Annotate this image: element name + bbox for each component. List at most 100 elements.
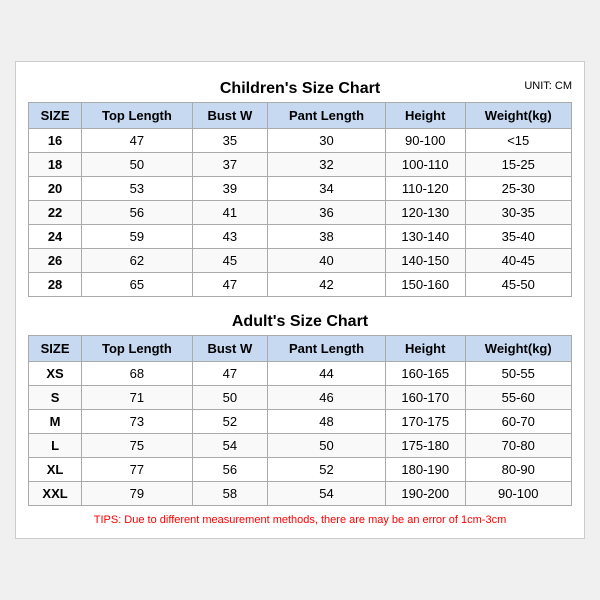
data-cell: 50-55 xyxy=(465,362,572,386)
adults-col-top-length: Top Length xyxy=(82,336,192,362)
size-cell: M xyxy=(29,410,82,434)
children-col-bust-w: Bust W xyxy=(192,103,267,129)
adults-col-bust-w: Bust W xyxy=(192,336,267,362)
adults-title-text: Adult's Size Chart xyxy=(232,313,368,330)
data-cell: 70-80 xyxy=(465,434,572,458)
table-row: 26624540140-15040-45 xyxy=(29,249,572,273)
data-cell: 79 xyxy=(82,482,192,506)
data-cell: 65 xyxy=(82,273,192,297)
data-cell: 75 xyxy=(82,434,192,458)
data-cell: 54 xyxy=(268,482,386,506)
data-cell: 130-140 xyxy=(385,225,465,249)
data-cell: 73 xyxy=(82,410,192,434)
data-cell: 43 xyxy=(192,225,267,249)
size-cell: XS xyxy=(29,362,82,386)
adults-col-height: Height xyxy=(385,336,465,362)
size-cell: 24 xyxy=(29,225,82,249)
data-cell: 71 xyxy=(82,386,192,410)
table-row: XS684744160-16550-55 xyxy=(29,362,572,386)
data-cell: 160-165 xyxy=(385,362,465,386)
data-cell: 15-25 xyxy=(465,153,572,177)
data-cell: 50 xyxy=(268,434,386,458)
table-row: 28654742150-16045-50 xyxy=(29,273,572,297)
data-cell: 38 xyxy=(268,225,386,249)
data-cell: 53 xyxy=(82,177,192,201)
data-cell: 50 xyxy=(82,153,192,177)
size-cell: 22 xyxy=(29,201,82,225)
adults-title: Adult's Size Chart xyxy=(28,307,572,335)
data-cell: 90-100 xyxy=(465,482,572,506)
data-cell: 100-110 xyxy=(385,153,465,177)
data-cell: 34 xyxy=(268,177,386,201)
table-row: XL775652180-19080-90 xyxy=(29,458,572,482)
table-row: 22564136120-13030-35 xyxy=(29,201,572,225)
size-cell: S xyxy=(29,386,82,410)
children-header-row: SIZE Top Length Bust W Pant Length Heigh… xyxy=(29,103,572,129)
table-row: L755450175-18070-80 xyxy=(29,434,572,458)
data-cell: 52 xyxy=(192,410,267,434)
tips-text: TIPS: Due to different measurement metho… xyxy=(28,514,572,526)
data-cell: 48 xyxy=(268,410,386,434)
data-cell: 40 xyxy=(268,249,386,273)
data-cell: 180-190 xyxy=(385,458,465,482)
data-cell: 47 xyxy=(192,273,267,297)
chart-container: Children's Size Chart UNIT: CM SIZE Top … xyxy=(15,61,585,539)
data-cell: 40-45 xyxy=(465,249,572,273)
data-cell: 37 xyxy=(192,153,267,177)
children-col-weight: Weight(kg) xyxy=(465,103,572,129)
size-cell: XXL xyxy=(29,482,82,506)
data-cell: 47 xyxy=(82,129,192,153)
data-cell: 50 xyxy=(192,386,267,410)
table-row: 24594338130-14035-40 xyxy=(29,225,572,249)
unit-label: UNIT: CM xyxy=(524,80,572,92)
data-cell: 120-130 xyxy=(385,201,465,225)
data-cell: 56 xyxy=(82,201,192,225)
adults-table: SIZE Top Length Bust W Pant Length Heigh… xyxy=(28,335,572,506)
adults-header-row: SIZE Top Length Bust W Pant Length Heigh… xyxy=(29,336,572,362)
table-row: S715046160-17055-60 xyxy=(29,386,572,410)
size-cell: XL xyxy=(29,458,82,482)
data-cell: 30 xyxy=(268,129,386,153)
adults-col-pant-length: Pant Length xyxy=(268,336,386,362)
data-cell: 42 xyxy=(268,273,386,297)
table-row: 20533934110-12025-30 xyxy=(29,177,572,201)
data-cell: 25-30 xyxy=(465,177,572,201)
data-cell: 58 xyxy=(192,482,267,506)
data-cell: <15 xyxy=(465,129,572,153)
children-col-height: Height xyxy=(385,103,465,129)
data-cell: 52 xyxy=(268,458,386,482)
data-cell: 39 xyxy=(192,177,267,201)
size-cell: L xyxy=(29,434,82,458)
data-cell: 110-120 xyxy=(385,177,465,201)
data-cell: 59 xyxy=(82,225,192,249)
data-cell: 47 xyxy=(192,362,267,386)
children-col-size: SIZE xyxy=(29,103,82,129)
data-cell: 140-150 xyxy=(385,249,465,273)
data-cell: 77 xyxy=(82,458,192,482)
children-title-text: Children's Size Chart xyxy=(220,80,380,97)
data-cell: 45 xyxy=(192,249,267,273)
data-cell: 55-60 xyxy=(465,386,572,410)
data-cell: 175-180 xyxy=(385,434,465,458)
size-cell: 20 xyxy=(29,177,82,201)
data-cell: 190-200 xyxy=(385,482,465,506)
children-title: Children's Size Chart UNIT: CM xyxy=(28,74,572,102)
data-cell: 160-170 xyxy=(385,386,465,410)
data-cell: 170-175 xyxy=(385,410,465,434)
data-cell: 45-50 xyxy=(465,273,572,297)
size-cell: 28 xyxy=(29,273,82,297)
size-cell: 18 xyxy=(29,153,82,177)
data-cell: 35-40 xyxy=(465,225,572,249)
table-row: 18503732100-11015-25 xyxy=(29,153,572,177)
data-cell: 36 xyxy=(268,201,386,225)
size-cell: 16 xyxy=(29,129,82,153)
children-col-pant-length: Pant Length xyxy=(268,103,386,129)
data-cell: 56 xyxy=(192,458,267,482)
data-cell: 68 xyxy=(82,362,192,386)
table-row: XXL795854190-20090-100 xyxy=(29,482,572,506)
data-cell: 30-35 xyxy=(465,201,572,225)
data-cell: 54 xyxy=(192,434,267,458)
table-row: M735248170-17560-70 xyxy=(29,410,572,434)
size-cell: 26 xyxy=(29,249,82,273)
data-cell: 150-160 xyxy=(385,273,465,297)
